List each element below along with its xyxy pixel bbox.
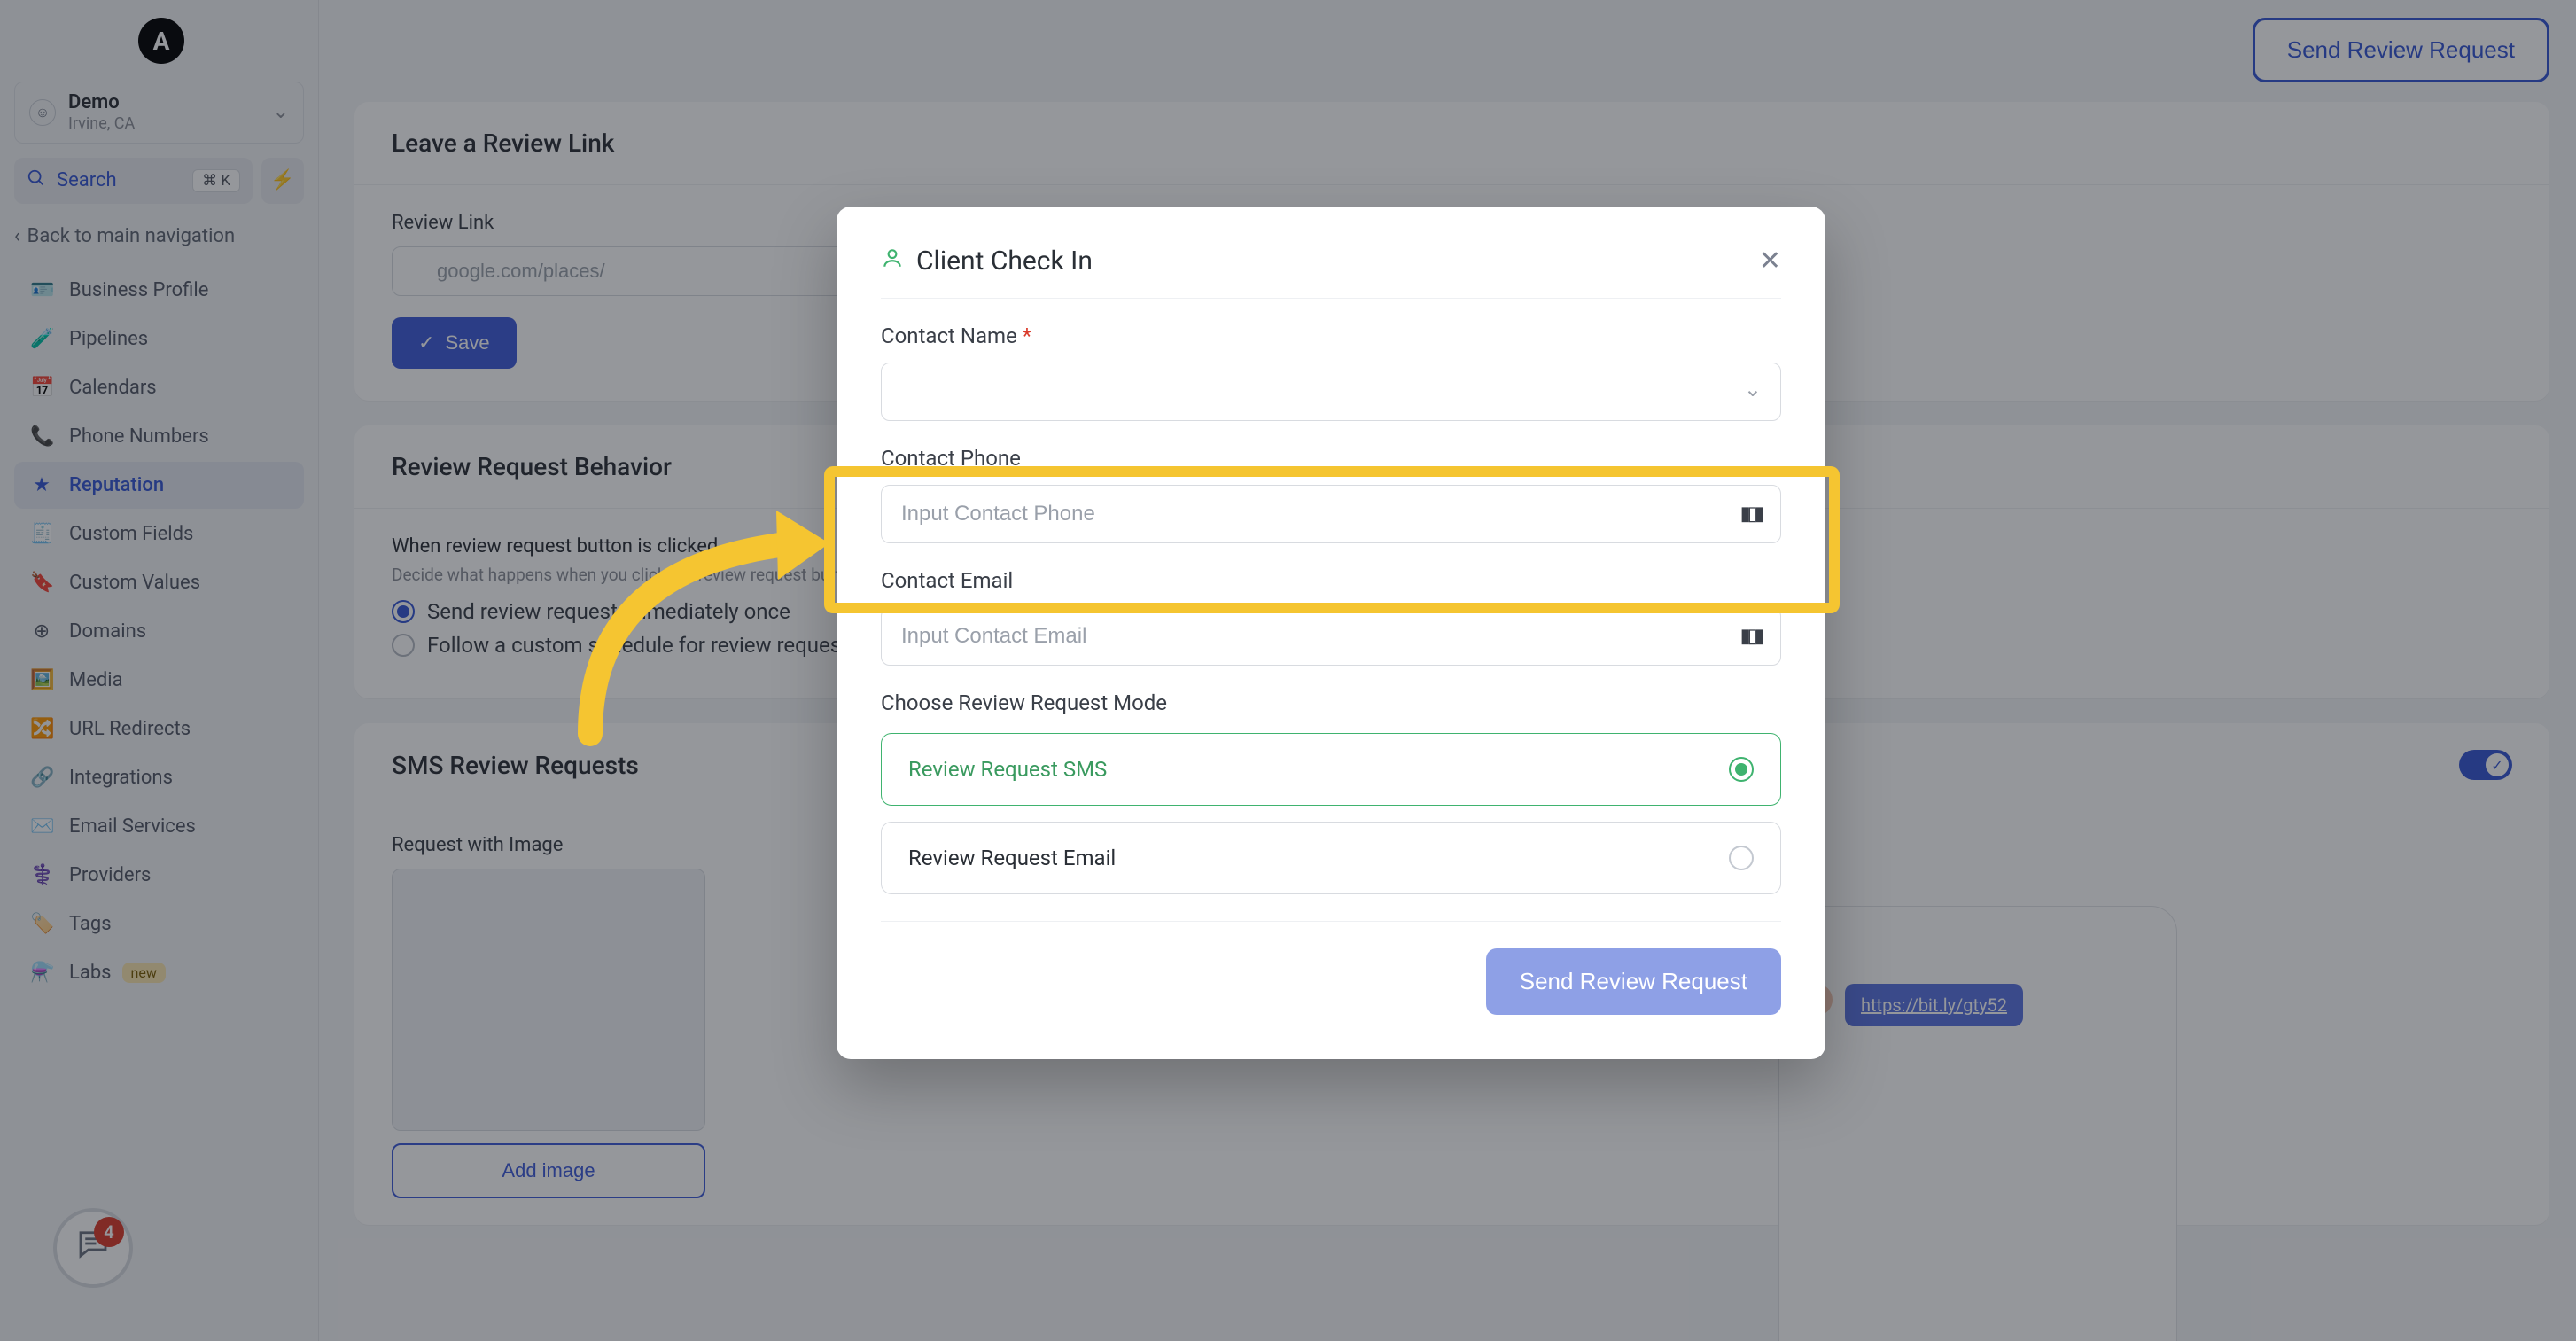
contact-name-label: Contact Name* [881, 324, 1781, 348]
autofill-icon[interactable]: ▮▯▮ [1740, 503, 1762, 526]
contact-name-select[interactable] [881, 363, 1781, 421]
label-text: Contact Name [881, 324, 1017, 348]
contact-email-label: Contact Email [881, 568, 1781, 593]
mode-sms-option[interactable]: Review Request SMS [881, 733, 1781, 806]
client-checkin-modal: Client Check In ✕ Contact Name* Contact … [837, 207, 1825, 1059]
close-button[interactable]: ✕ [1759, 246, 1781, 277]
mode-option-label: Review Request Email [908, 846, 1116, 870]
person-icon [881, 246, 904, 277]
mode-label: Choose Review Request Mode [881, 690, 1781, 715]
required-asterisk: * [1023, 324, 1031, 348]
contact-phone-label: Contact Phone [881, 446, 1781, 471]
contact-email-input[interactable] [881, 607, 1781, 666]
modal-title: Client Check In [881, 246, 1093, 277]
mode-email-option[interactable]: Review Request Email [881, 822, 1781, 894]
close-icon: ✕ [1759, 246, 1781, 276]
send-review-request-modal-button[interactable]: Send Review Request [1486, 948, 1781, 1015]
radio-icon [1729, 846, 1754, 870]
autofill-icon[interactable]: ▮▯▮ [1740, 626, 1762, 648]
mode-option-label: Review Request SMS [908, 757, 1107, 782]
radio-icon [1729, 757, 1754, 782]
contact-phone-input[interactable] [881, 485, 1781, 543]
modal-title-text: Client Check In [916, 246, 1093, 277]
